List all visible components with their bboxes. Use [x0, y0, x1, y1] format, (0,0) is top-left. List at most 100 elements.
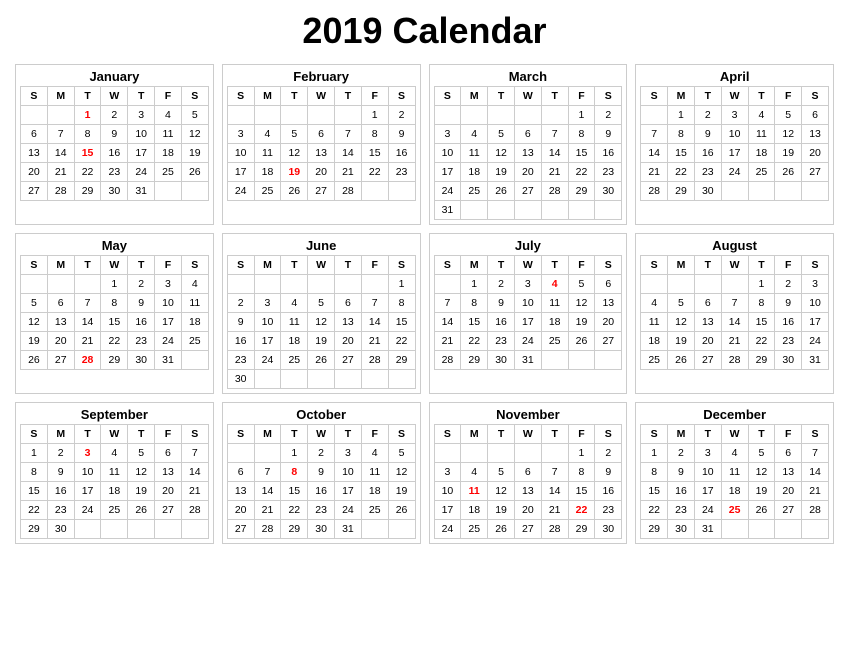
day-cell: [641, 275, 668, 294]
day-header: T: [335, 87, 362, 106]
week-row: 25262728293031: [641, 351, 829, 370]
day-cell: [721, 275, 748, 294]
day-cell: [748, 520, 775, 539]
day-header: M: [47, 256, 74, 275]
day-cell: 11: [101, 463, 128, 482]
day-cell: 3: [514, 275, 541, 294]
day-cell: 10: [802, 294, 829, 313]
day-cell: 3: [802, 275, 829, 294]
day-cell: [694, 275, 721, 294]
day-cell: 13: [308, 144, 335, 163]
day-cell: 15: [668, 144, 695, 163]
day-cell: 13: [775, 463, 802, 482]
day-cell: [721, 520, 748, 539]
day-cell: 13: [694, 313, 721, 332]
day-cell: 11: [641, 313, 668, 332]
day-cell: 7: [541, 463, 568, 482]
day-cell: 20: [155, 482, 182, 501]
day-cell: 3: [721, 106, 748, 125]
day-cell: 20: [514, 163, 541, 182]
day-header: T: [128, 425, 155, 444]
day-cell: [227, 106, 254, 125]
day-cell: [361, 275, 388, 294]
day-cell: 10: [128, 125, 155, 144]
day-header: T: [748, 425, 775, 444]
month-table-november: SMTWTFS123456789101112131415161718192021…: [434, 424, 623, 539]
day-cell: 29: [641, 520, 668, 539]
day-cell: [181, 520, 208, 539]
week-row: 2930: [21, 520, 209, 539]
day-cell: 1: [641, 444, 668, 463]
day-header: M: [254, 256, 281, 275]
day-header: F: [155, 425, 182, 444]
day-header: S: [802, 87, 829, 106]
day-cell: 3: [434, 463, 461, 482]
day-header: S: [388, 256, 415, 275]
week-row: 24252627282930: [434, 520, 622, 539]
day-cell: 30: [595, 182, 622, 201]
day-cell: 29: [568, 182, 595, 201]
day-cell: 2: [308, 444, 335, 463]
week-row: 2425262728: [227, 182, 415, 201]
day-cell: 23: [595, 163, 622, 182]
day-cell: 28: [254, 520, 281, 539]
day-cell: 22: [74, 163, 101, 182]
day-header: T: [488, 87, 515, 106]
day-cell: [254, 275, 281, 294]
day-cell: 13: [514, 482, 541, 501]
day-cell: 27: [514, 520, 541, 539]
day-cell: 27: [155, 501, 182, 520]
day-cell: 3: [155, 275, 182, 294]
day-cell: 31: [694, 520, 721, 539]
day-cell: [488, 444, 515, 463]
day-cell: [461, 106, 488, 125]
day-cell: 6: [802, 106, 829, 125]
day-cell: 2: [668, 444, 695, 463]
day-cell: 13: [21, 144, 48, 163]
day-header: M: [47, 425, 74, 444]
day-cell: 26: [308, 351, 335, 370]
day-cell: 6: [514, 125, 541, 144]
day-cell: [568, 351, 595, 370]
day-cell: 9: [775, 294, 802, 313]
month-name-february: February: [227, 69, 416, 84]
day-cell: [775, 520, 802, 539]
day-cell: 8: [668, 125, 695, 144]
day-cell: 20: [21, 163, 48, 182]
day-header: F: [568, 256, 595, 275]
day-header: S: [227, 425, 254, 444]
week-row: 1234567: [641, 444, 829, 463]
day-cell: 20: [514, 501, 541, 520]
day-cell: 19: [568, 313, 595, 332]
day-cell: 24: [721, 163, 748, 182]
day-cell: 4: [254, 125, 281, 144]
day-cell: 9: [227, 313, 254, 332]
day-cell: 5: [748, 444, 775, 463]
day-header: T: [128, 256, 155, 275]
day-cell: [388, 370, 415, 389]
day-header: T: [281, 256, 308, 275]
day-cell: 16: [47, 482, 74, 501]
day-cell: 28: [361, 351, 388, 370]
day-cell: 28: [74, 351, 101, 370]
day-header: T: [488, 425, 515, 444]
day-cell: 10: [434, 482, 461, 501]
day-header: F: [775, 87, 802, 106]
day-cell: 14: [434, 313, 461, 332]
day-cell: [74, 520, 101, 539]
day-cell: [335, 275, 362, 294]
day-header: F: [775, 425, 802, 444]
page-title: 2019 Calendar: [15, 10, 834, 52]
day-header: T: [541, 425, 568, 444]
day-cell: 16: [227, 332, 254, 351]
day-cell: 24: [128, 163, 155, 182]
day-cell: 30: [694, 182, 721, 201]
week-row: 17181920212223: [434, 501, 622, 520]
week-row: 2345678: [227, 294, 415, 313]
calendars-grid: JanuarySMTWTFS12345678910111213141516171…: [15, 64, 834, 544]
day-cell: [434, 106, 461, 125]
day-cell: 29: [21, 520, 48, 539]
day-cell: 24: [335, 501, 362, 520]
day-cell: 22: [668, 163, 695, 182]
day-cell: 14: [74, 313, 101, 332]
